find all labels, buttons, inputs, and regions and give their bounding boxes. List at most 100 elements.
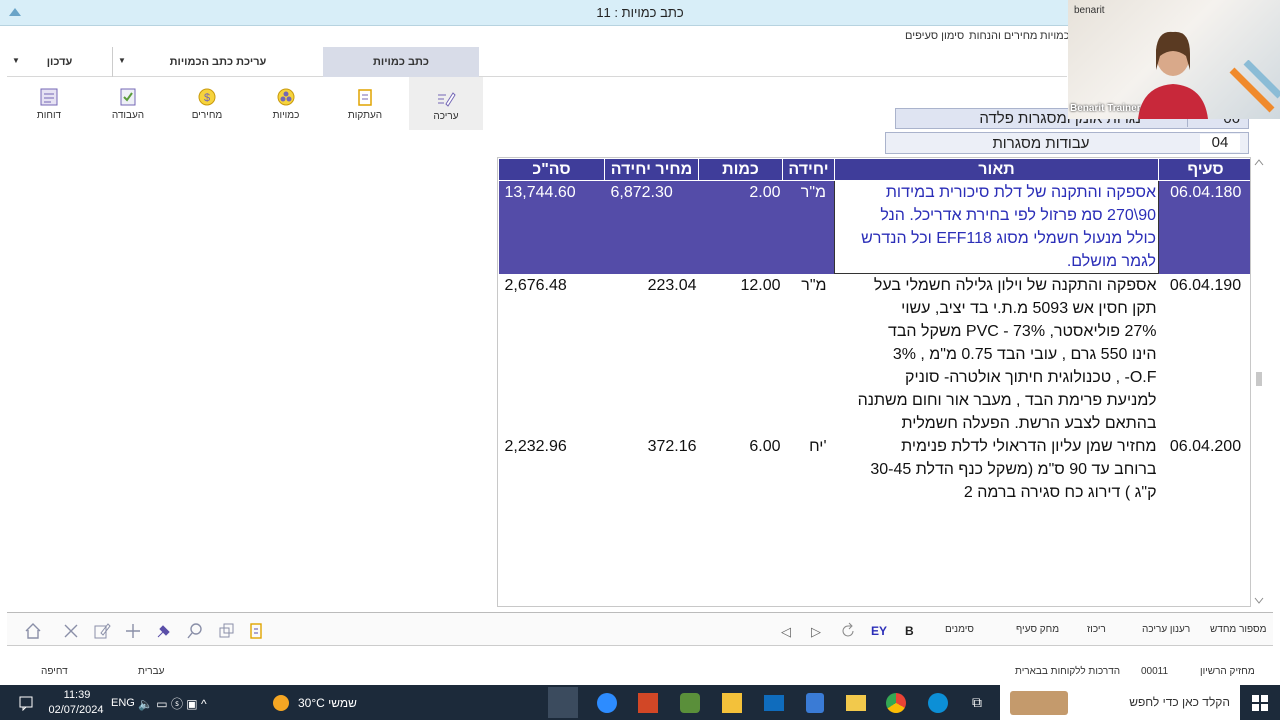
brand-stripes xyxy=(1229,60,1280,113)
edit-pencil-icon[interactable] xyxy=(93,622,111,640)
duplicate-icon[interactable] xyxy=(217,622,235,640)
tab-bill-of-quantities[interactable]: כתב כמויות xyxy=(323,47,479,77)
store-icon[interactable] xyxy=(806,693,824,713)
cell-total[interactable]: 13,744.60 xyxy=(498,180,605,274)
menu-mark-items[interactable]: סימון סעיפים xyxy=(905,30,964,42)
column-header-quantity[interactable]: כמות xyxy=(698,158,783,181)
table-row[interactable]: 13,744.60 6,872.30 2.00 מ"ר אספקה והתקנה… xyxy=(498,180,1250,274)
cell-item-code[interactable]: 06.04.190 xyxy=(1159,274,1251,436)
ribbon-prices-button[interactable]: $ מחירים xyxy=(172,80,242,126)
cell-description[interactable]: מחזיר שמן עליון הדראולי לדלת פנימית ברוח… xyxy=(835,435,1159,507)
language-indicator[interactable]: ENG xyxy=(111,697,135,709)
column-header-description[interactable]: תאור xyxy=(834,158,1159,181)
cell-unit-price[interactable]: 223.04 xyxy=(605,274,699,436)
table-row[interactable]: 2,676.48 223.04 12.00 מ"ר אספקה והתקנה ש… xyxy=(499,274,1251,436)
ribbon-job-button[interactable]: העבודה xyxy=(93,80,163,126)
column-header-total[interactable]: סה"כ xyxy=(498,158,605,181)
cell-unit-price[interactable]: 6,872.30 xyxy=(604,180,699,274)
subchapter-field[interactable]: 04 עבודות מסגרות xyxy=(885,132,1249,154)
status-text: הדרכות ללקוחות בבארית xyxy=(1015,666,1121,677)
undo-icon[interactable] xyxy=(839,622,857,640)
windows-start-icon[interactable] xyxy=(1252,695,1268,711)
weather-widget[interactable]: 30°C שמשי xyxy=(298,696,357,710)
taskbar: 11:39 02/07/2024 ENG 🔈 ▭ ⓢ ▣ ^ 30°C שמשי… xyxy=(0,685,1280,720)
notification-icon[interactable] xyxy=(18,695,34,711)
app-icon-green[interactable] xyxy=(680,693,700,713)
ey-button[interactable]: EY xyxy=(871,624,887,638)
cell-description[interactable]: אספקה והתקנה של דלת סיכורית במידות 90\27… xyxy=(834,180,1159,274)
cell-description[interactable]: אספקה והתקנה של וילון גלילה חשמלי בעל תק… xyxy=(835,274,1159,436)
delete-item-button[interactable]: מחק סעיף xyxy=(1016,624,1059,635)
document-icon[interactable] xyxy=(247,622,265,640)
home-icon[interactable] xyxy=(24,622,42,640)
cell-unit[interactable]: מ"ר xyxy=(783,274,835,436)
powerpoint-app-icon[interactable] xyxy=(638,693,658,713)
chevron-down-icon: ▼ xyxy=(118,56,126,65)
cell-quantity[interactable]: 2.00 xyxy=(698,180,783,274)
table-row[interactable]: 2,232.96 372.16 6.00 יח' מחזיר שמן עליון… xyxy=(499,435,1251,507)
ribbon-copy-button[interactable]: העתקות xyxy=(330,80,400,126)
summary-button[interactable]: ריכוז xyxy=(1087,624,1106,635)
vertical-scrollbar[interactable] xyxy=(1252,157,1266,607)
search-icon[interactable] xyxy=(186,622,204,640)
ribbon-edit-button[interactable]: עריכה xyxy=(409,77,483,130)
clock-time[interactable]: 11:39 xyxy=(52,689,102,701)
file-explorer-icon[interactable] xyxy=(846,695,866,711)
cell-item-code[interactable]: 06.04.200 xyxy=(1159,435,1251,507)
reports-icon xyxy=(40,88,58,106)
cell-quantity[interactable]: 12.00 xyxy=(699,274,783,436)
task-view-icon[interactable]: ⧉ xyxy=(972,694,982,711)
cell-item-code[interactable]: 06.04.180 xyxy=(1158,180,1250,274)
app-icon-yellow[interactable] xyxy=(722,693,742,713)
system-tray-icons[interactable]: 🔈 ▭ ⓢ ▣ ^ xyxy=(138,695,207,712)
tab-update[interactable]: ▼ עדכון xyxy=(7,47,113,77)
chevron-down-icon: ▼ xyxy=(12,56,20,65)
cell-total[interactable]: 2,232.96 xyxy=(499,435,605,507)
cell-total[interactable]: 2,676.48 xyxy=(499,274,605,436)
zoom-app-icon[interactable] xyxy=(597,693,617,713)
add-icon[interactable] xyxy=(124,622,142,640)
copy-icon xyxy=(358,89,372,106)
video-overlay: benarit Benarit Trainer xyxy=(1068,0,1280,119)
sun-icon xyxy=(273,695,289,711)
bold-button[interactable]: B xyxy=(905,624,914,638)
ribbon-reports-button[interactable]: דוחות xyxy=(14,80,84,126)
delete-icon[interactable] xyxy=(62,622,80,640)
menu-quantities[interactable]: כמויות xyxy=(1040,30,1070,42)
cell-unit-price[interactable]: 372.16 xyxy=(605,435,699,507)
cell-unit[interactable]: יח' xyxy=(783,435,835,507)
taskbar-search-box[interactable]: הקלד כאן כדי לחפש xyxy=(1000,685,1240,720)
status-license-holder: מחזיק הרשיון xyxy=(1200,666,1255,677)
clock-date[interactable]: 02/07/2024 xyxy=(46,704,106,716)
mail-icon[interactable] xyxy=(764,695,784,711)
tab-edit-bill[interactable]: ▼ עריכת כתב הכמויות xyxy=(113,47,323,77)
subchapter-code: 04 xyxy=(1200,134,1240,152)
chrome-icon[interactable] xyxy=(886,693,906,713)
column-header-unit[interactable]: יחידה xyxy=(782,158,835,181)
status-bar: דחיפה עברית הדרכות ללקוחות בבארית 00011 … xyxy=(7,660,1273,684)
menu-prices[interactable]: מחירים והנחות xyxy=(969,30,1038,42)
pin-icon[interactable] xyxy=(155,622,173,640)
column-header-item[interactable]: סעיף xyxy=(1158,158,1250,181)
next-arrow-icon[interactable]: ▷ xyxy=(811,624,821,640)
refresh-edit-button[interactable]: רענון עריכה xyxy=(1142,624,1190,635)
edge-icon[interactable] xyxy=(928,693,948,713)
column-header-unit-price[interactable]: מחיר יחידה xyxy=(604,158,699,181)
cell-unit[interactable]: מ"ר xyxy=(782,180,835,274)
svg-text:$: $ xyxy=(204,92,210,104)
taskbar-app-active[interactable] xyxy=(548,687,578,718)
status-push: דחיפה xyxy=(41,666,68,677)
table-header-row: סה"כ מחיר יחידה כמות יחידה תאור סעיף xyxy=(498,158,1250,181)
renumber-button[interactable]: מספור מחדש xyxy=(1210,624,1266,635)
marks-button[interactable]: סימנים xyxy=(945,624,974,635)
quantities-grid[interactable]: סה"כ מחיר יחידה כמות יחידה תאור סעיף 13,… xyxy=(497,157,1251,607)
edit-icon xyxy=(438,92,456,107)
bottom-toolbar: ◁ ▷ EY B סימנים מחק סעיף ריכוז רענון ערי… xyxy=(7,612,1273,646)
prices-icon: $ xyxy=(198,88,216,106)
scrollbar-track xyxy=(1254,159,1264,604)
prev-arrow-icon[interactable]: ◁ xyxy=(781,624,791,640)
taskbar-search-placeholder: הקלד כאן כדי לחפש xyxy=(1129,695,1230,709)
cell-quantity[interactable]: 6.00 xyxy=(699,435,783,507)
ribbon-quantities-button[interactable]: כמויות xyxy=(251,80,321,126)
video-participant-name: Benarit Trainer xyxy=(1070,103,1141,114)
